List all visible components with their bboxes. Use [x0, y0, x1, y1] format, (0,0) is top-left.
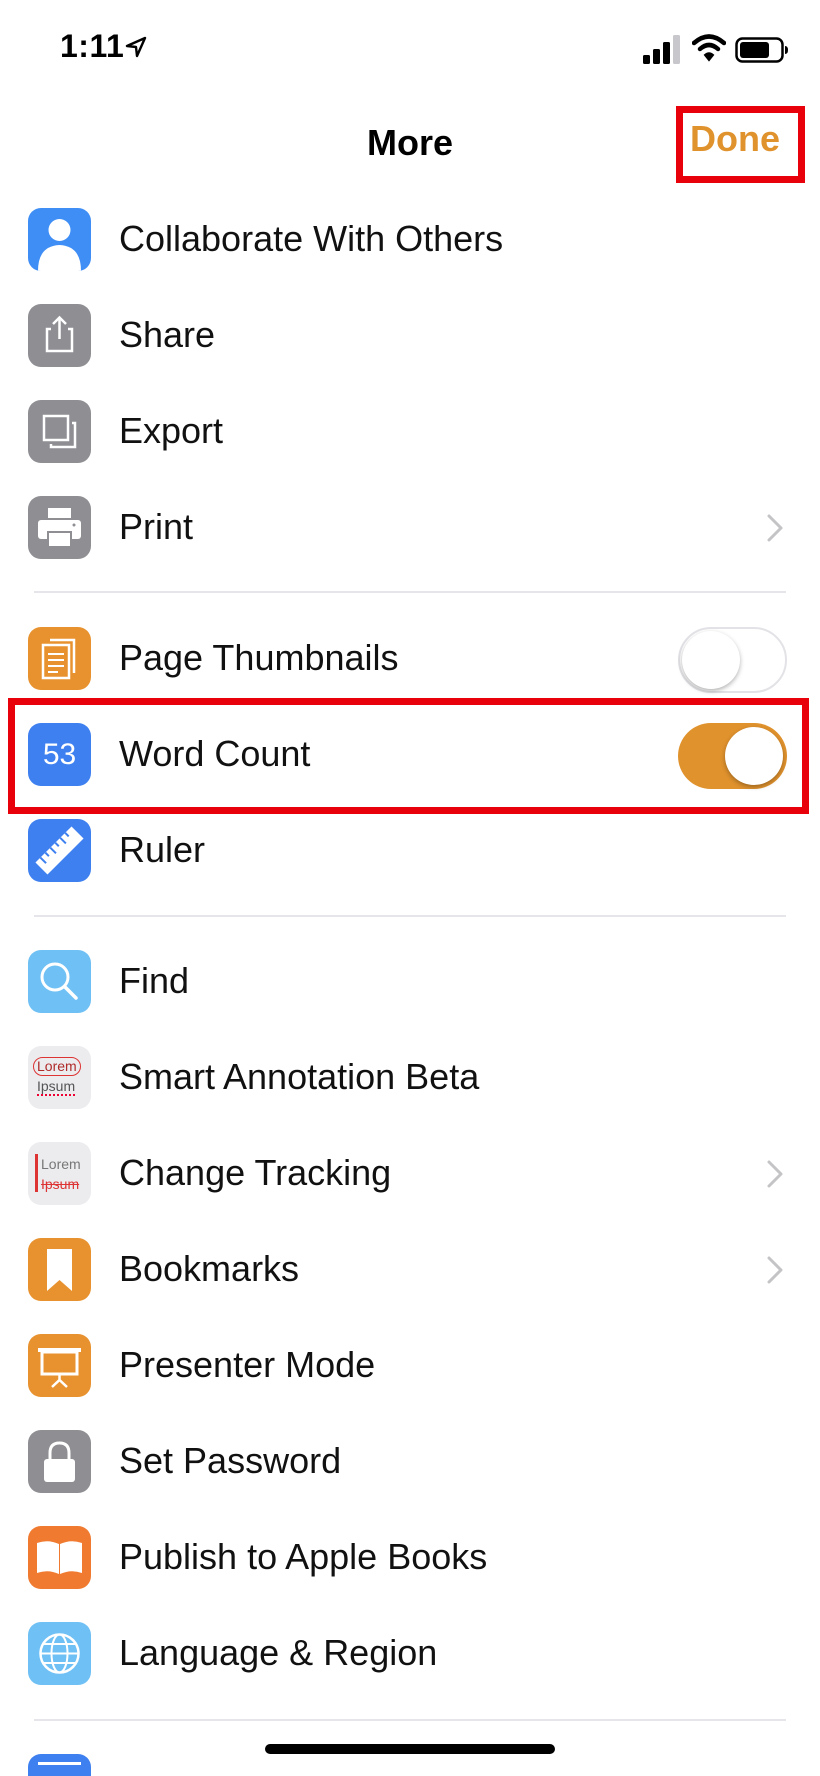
- export-icon: [42, 414, 77, 449]
- search-icon: [40, 962, 78, 1000]
- menu-item-label: Language & Region: [119, 1632, 438, 1673]
- battery-icon: [735, 37, 788, 63]
- menu-item-label: Publish to Apple Books: [119, 1536, 488, 1577]
- chevron-right-icon: [767, 514, 783, 542]
- menu-item-label: Share: [119, 314, 216, 355]
- menu-item-label: Print: [119, 506, 194, 547]
- smart-annotation-icon: Lorem Ipsum: [28, 1046, 91, 1109]
- menu-item-collaborate-with-others[interactable]: Collaborate With Others: [0, 192, 820, 288]
- menu-item-page-thumbnails[interactable]: Page Thumbnails: [0, 611, 820, 707]
- chevron-right-icon: [767, 1256, 783, 1284]
- chevron-right-icon: [767, 1160, 783, 1188]
- menu-item-label: Find: [119, 960, 190, 1001]
- menu-item-label: Export: [119, 410, 224, 451]
- menu-item-partial: [28, 1754, 91, 1776]
- menu-item-smart-annotation-beta[interactable]: Lorem Ipsum Smart Annotation Beta: [0, 1030, 820, 1126]
- menu-item-label: Page Thumbnails: [119, 637, 399, 678]
- done-highlight-box: [676, 106, 805, 183]
- collaborate-icon: [38, 219, 81, 271]
- menu-item-label: Collaborate With Others: [119, 218, 504, 259]
- change-tracking-icon: Lorem Ipsum: [28, 1142, 91, 1205]
- menu-item-find[interactable]: Find: [0, 934, 820, 1030]
- bookmark-icon: [47, 1249, 72, 1291]
- menu-item-share[interactable]: Share: [0, 288, 820, 384]
- menu-item-presenter-mode[interactable]: Presenter Mode: [0, 1318, 820, 1414]
- ruler-icon: [35, 826, 84, 875]
- menu-item-ruler[interactable]: Ruler: [0, 803, 820, 899]
- globe-icon: [39, 1633, 80, 1674]
- section-divider: [34, 915, 786, 917]
- menu-item-label: Ruler: [119, 829, 206, 870]
- page-thumbnails-icon: [41, 638, 76, 680]
- toggle-knob: [682, 631, 740, 689]
- section-divider: [34, 1719, 786, 1721]
- lock-icon: [44, 1441, 75, 1482]
- page-thumbnails-toggle[interactable]: [678, 627, 787, 693]
- menu-item-label: Bookmarks: [119, 1248, 300, 1289]
- menu-item-label: Presenter Mode: [119, 1344, 376, 1385]
- menu-item-label: Smart Annotation Beta: [119, 1056, 480, 1097]
- status-bar: 1:11: [0, 0, 820, 100]
- menu-item-export[interactable]: Export: [0, 384, 820, 480]
- word-count-highlight-box: [8, 698, 809, 814]
- location-arrow-icon: [125, 36, 147, 58]
- wifi-icon: [692, 34, 726, 62]
- home-indicator[interactable]: [265, 1744, 555, 1754]
- menu-item-change-tracking[interactable]: Lorem Ipsum Change Tracking: [0, 1126, 820, 1222]
- menu-item-language-and-region[interactable]: Language & Region: [0, 1606, 820, 1702]
- print-icon: [38, 508, 81, 548]
- menu-item-bookmarks[interactable]: Bookmarks: [0, 1222, 820, 1318]
- menu-item-label: Set Password: [119, 1440, 342, 1481]
- section-divider: [34, 591, 786, 593]
- status-time: 1:11: [60, 28, 125, 64]
- presenter-icon: [38, 1348, 81, 1388]
- menu-item-publish-to-apple-books[interactable]: Publish to Apple Books: [0, 1510, 820, 1606]
- book-icon: [37, 1541, 82, 1574]
- cellular-signal-icon: [643, 35, 680, 64]
- menu-item-set-password[interactable]: Set Password: [0, 1414, 820, 1510]
- menu-item-label: Change Tracking: [119, 1152, 392, 1193]
- menu-item-print[interactable]: Print: [0, 480, 820, 576]
- share-icon: [45, 315, 74, 353]
